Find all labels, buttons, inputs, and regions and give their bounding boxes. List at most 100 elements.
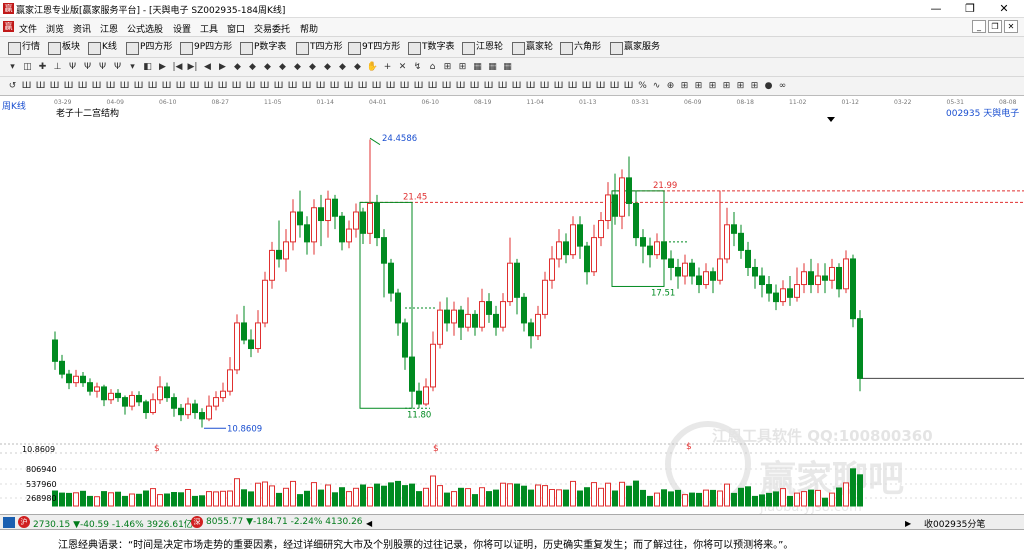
indicator-dropdown-icon[interactable]	[827, 117, 835, 122]
restore-button[interactable]: ❐	[954, 0, 986, 18]
toolbar3-tool-icon[interactable]: Ш	[272, 80, 285, 93]
toolbar2-tool-icon[interactable]: Ψ	[96, 61, 109, 74]
toolbar2-tool-icon[interactable]: ◧	[141, 61, 154, 74]
toolbar2-tool-icon[interactable]: +	[381, 61, 394, 74]
menu-formula[interactable]: 公式选股	[127, 22, 163, 35]
menu-gann[interactable]: 江恩	[100, 22, 118, 35]
sector-button[interactable]: 板块	[48, 40, 80, 55]
toolbar3-tool-icon[interactable]: Ш	[594, 80, 607, 93]
toolbar3-tool-icon[interactable]: ⊞	[734, 80, 747, 93]
mdi-minimize-button[interactable]: _	[972, 20, 986, 33]
toolbar3-tool-icon[interactable]: Ш	[468, 80, 481, 93]
toolbar2-tool-icon[interactable]: Ψ	[66, 61, 79, 74]
toolbar3-tool-icon[interactable]: ⊕	[664, 80, 677, 93]
toolbar3-tool-icon[interactable]: ⊞	[720, 80, 733, 93]
toolbar3-tool-icon[interactable]: Ш	[244, 80, 257, 93]
toolbar3-tool-icon[interactable]: Ш	[146, 80, 159, 93]
toolbar3-tool-icon[interactable]: Ш	[230, 80, 243, 93]
toolbar2-tool-icon[interactable]: ◆	[321, 61, 334, 74]
toolbar3-tool-icon[interactable]: Ш	[524, 80, 537, 93]
toolbar2-tool-icon[interactable]: ⌂	[426, 61, 439, 74]
toolbar3-tool-icon[interactable]: Ш	[342, 80, 355, 93]
market-button[interactable]: 行情	[8, 40, 40, 55]
toolbar3-tool-icon[interactable]: Ш	[174, 80, 187, 93]
toolbar3-tool-icon[interactable]: Ш	[328, 80, 341, 93]
toolbar2-tool-icon[interactable]: ◆	[306, 61, 319, 74]
toolbar2-tool-icon[interactable]: ✋	[366, 61, 379, 74]
toolbar3-tool-icon[interactable]: Ш	[552, 80, 565, 93]
menu-settings[interactable]: 设置	[173, 22, 191, 35]
menu-help[interactable]: 帮助	[300, 22, 318, 35]
toolbar2-tool-icon[interactable]: ✚	[36, 61, 49, 74]
toolbar2-tool-icon[interactable]: ◀	[201, 61, 214, 74]
toolbar3-tool-icon[interactable]: Ш	[34, 80, 47, 93]
toolbar3-tool-icon[interactable]: Ш	[62, 80, 75, 93]
toolbar2-tool-icon[interactable]: ✕	[396, 61, 409, 74]
menu-browse[interactable]: 浏览	[46, 22, 64, 35]
toolbar3-tool-icon[interactable]: Ш	[608, 80, 621, 93]
toolbar3-tool-icon[interactable]: ⊞	[748, 80, 761, 93]
toolbar3-tool-icon[interactable]: ●	[762, 80, 775, 93]
menu-trade[interactable]: 交易委托	[254, 22, 290, 35]
toolbar2-tool-icon[interactable]: ▾	[6, 61, 19, 74]
toolbar3-tool-icon[interactable]: ∞	[776, 80, 789, 93]
toolbar3-tool-icon[interactable]: ↺	[6, 80, 19, 93]
toolbar2-tool-icon[interactable]: ◆	[291, 61, 304, 74]
9p-square-button[interactable]: 9P四方形	[180, 40, 232, 55]
minimize-button[interactable]: —	[920, 0, 952, 18]
toolbar2-tool-icon[interactable]: ◆	[336, 61, 349, 74]
toolbar3-tool-icon[interactable]: %	[636, 80, 649, 93]
menu-tools[interactable]: 工具	[200, 22, 218, 35]
toolbar3-tool-icon[interactable]: ∿	[650, 80, 663, 93]
toolbar3-tool-icon[interactable]: Ш	[412, 80, 425, 93]
close-button[interactable]: ✕	[988, 0, 1020, 18]
scroll-left-icon[interactable]: ◀	[366, 519, 372, 528]
9t-square-button[interactable]: 9T四方形	[348, 40, 400, 55]
toolbar3-tool-icon[interactable]: Ш	[384, 80, 397, 93]
toolbar3-tool-icon[interactable]: Ш	[622, 80, 635, 93]
toolbar3-tool-icon[interactable]: Ш	[454, 80, 467, 93]
toolbar2-tool-icon[interactable]: ▾	[126, 61, 139, 74]
hexagon-button[interactable]: 六角形	[560, 40, 601, 55]
toolbar2-tool-icon[interactable]: ⊞	[456, 61, 469, 74]
toolbar2-tool-icon[interactable]: ▦	[501, 61, 514, 74]
toolbar3-tool-icon[interactable]: Ш	[20, 80, 33, 93]
mdi-restore-button[interactable]: ❐	[988, 20, 1002, 33]
mdi-close-button[interactable]: ✕	[1004, 20, 1018, 33]
toolbar3-tool-icon[interactable]: Ш	[202, 80, 215, 93]
toolbar3-tool-icon[interactable]: Ш	[160, 80, 173, 93]
toolbar3-tool-icon[interactable]: Ш	[118, 80, 131, 93]
toolbar2-tool-icon[interactable]: Ψ	[81, 61, 94, 74]
toolbar3-tool-icon[interactable]: Ш	[48, 80, 61, 93]
p-square-button[interactable]: P四方形	[126, 40, 172, 55]
toolbar3-tool-icon[interactable]: Ш	[566, 80, 579, 93]
toolbar3-tool-icon[interactable]: Ш	[104, 80, 117, 93]
toolbar2-tool-icon[interactable]: ◆	[246, 61, 259, 74]
menu-file[interactable]: 文件	[19, 22, 37, 35]
toolbar2-tool-icon[interactable]: ◆	[261, 61, 274, 74]
toolbar3-tool-icon[interactable]: Ш	[482, 80, 495, 93]
toolbar3-tool-icon[interactable]: Ш	[370, 80, 383, 93]
gann-wheel-button[interactable]: 江恩轮	[462, 40, 503, 55]
toolbar3-tool-icon[interactable]: Ш	[300, 80, 313, 93]
toolbar3-tool-icon[interactable]: Ш	[538, 80, 551, 93]
toolbar3-tool-icon[interactable]: Ш	[356, 80, 369, 93]
toolbar2-tool-icon[interactable]: ◆	[351, 61, 364, 74]
toolbar3-tool-icon[interactable]: Ш	[496, 80, 509, 93]
grid-icon[interactable]	[3, 517, 15, 528]
toolbar3-tool-icon[interactable]: Ш	[510, 80, 523, 93]
toolbar3-tool-icon[interactable]: Ш	[132, 80, 145, 93]
toolbar2-tool-icon[interactable]: ▦	[486, 61, 499, 74]
toolbar3-tool-icon[interactable]: Ш	[580, 80, 593, 93]
toolbar2-tool-icon[interactable]: ▶|	[186, 61, 199, 74]
kline-chart[interactable]: 03-29 04-09 06-10 08-27 11-05 01-14 04-01 06-10…	[0, 96, 1024, 515]
app-menu-icon[interactable]: 赢	[3, 21, 14, 32]
kline-button[interactable]: K线	[88, 40, 117, 55]
toolbar3-tool-icon[interactable]: ⊞	[706, 80, 719, 93]
toolbar3-tool-icon[interactable]: Ш	[398, 80, 411, 93]
toolbar3-tool-icon[interactable]: Ш	[258, 80, 271, 93]
toolbar3-tool-icon[interactable]: Ш	[286, 80, 299, 93]
toolbar2-tool-icon[interactable]: ▶	[156, 61, 169, 74]
toolbar2-tool-icon[interactable]: ◆	[231, 61, 244, 74]
scroll-right-icon[interactable]: ▶	[905, 519, 911, 528]
